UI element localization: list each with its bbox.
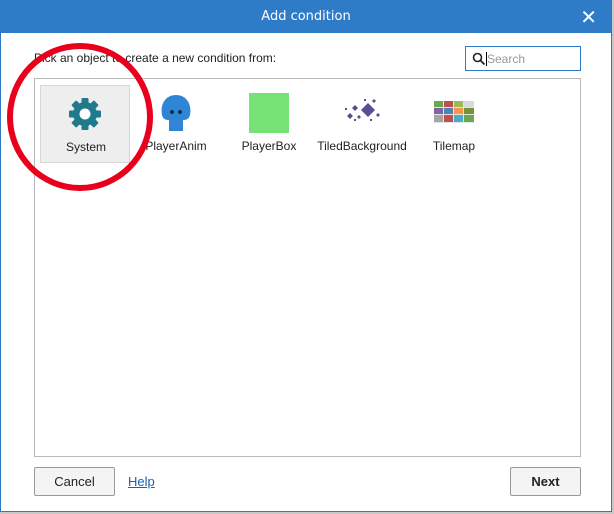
object-playerbox[interactable]: PlayerBox: [224, 85, 314, 163]
next-button[interactable]: Next: [510, 467, 581, 496]
cancel-button[interactable]: Cancel: [34, 467, 115, 496]
object-tilemap[interactable]: Tilemap: [409, 85, 499, 163]
object-label: PlayerBox: [241, 139, 297, 153]
close-icon[interactable]: ✕: [580, 1, 597, 33]
object-label: Tilemap: [432, 139, 476, 153]
tiled-background-icon: [345, 99, 380, 121]
text-cursor: [486, 52, 487, 66]
search-input[interactable]: [487, 50, 575, 67]
tilemap-icon: [434, 101, 474, 123]
highlight-circle-annotation: [7, 43, 153, 191]
green-square-icon: [249, 93, 289, 133]
dialog-title: Add condition: [261, 9, 351, 24]
title-bar: Add condition ✕: [1, 1, 611, 33]
help-link[interactable]: Help: [128, 474, 155, 489]
search-icon: [472, 52, 486, 66]
object-tiledbackground[interactable]: TiledBackground: [317, 85, 407, 163]
object-label: TiledBackground: [317, 139, 407, 153]
search-box[interactable]: [465, 46, 581, 71]
sprite-character-icon: [161, 95, 191, 131]
